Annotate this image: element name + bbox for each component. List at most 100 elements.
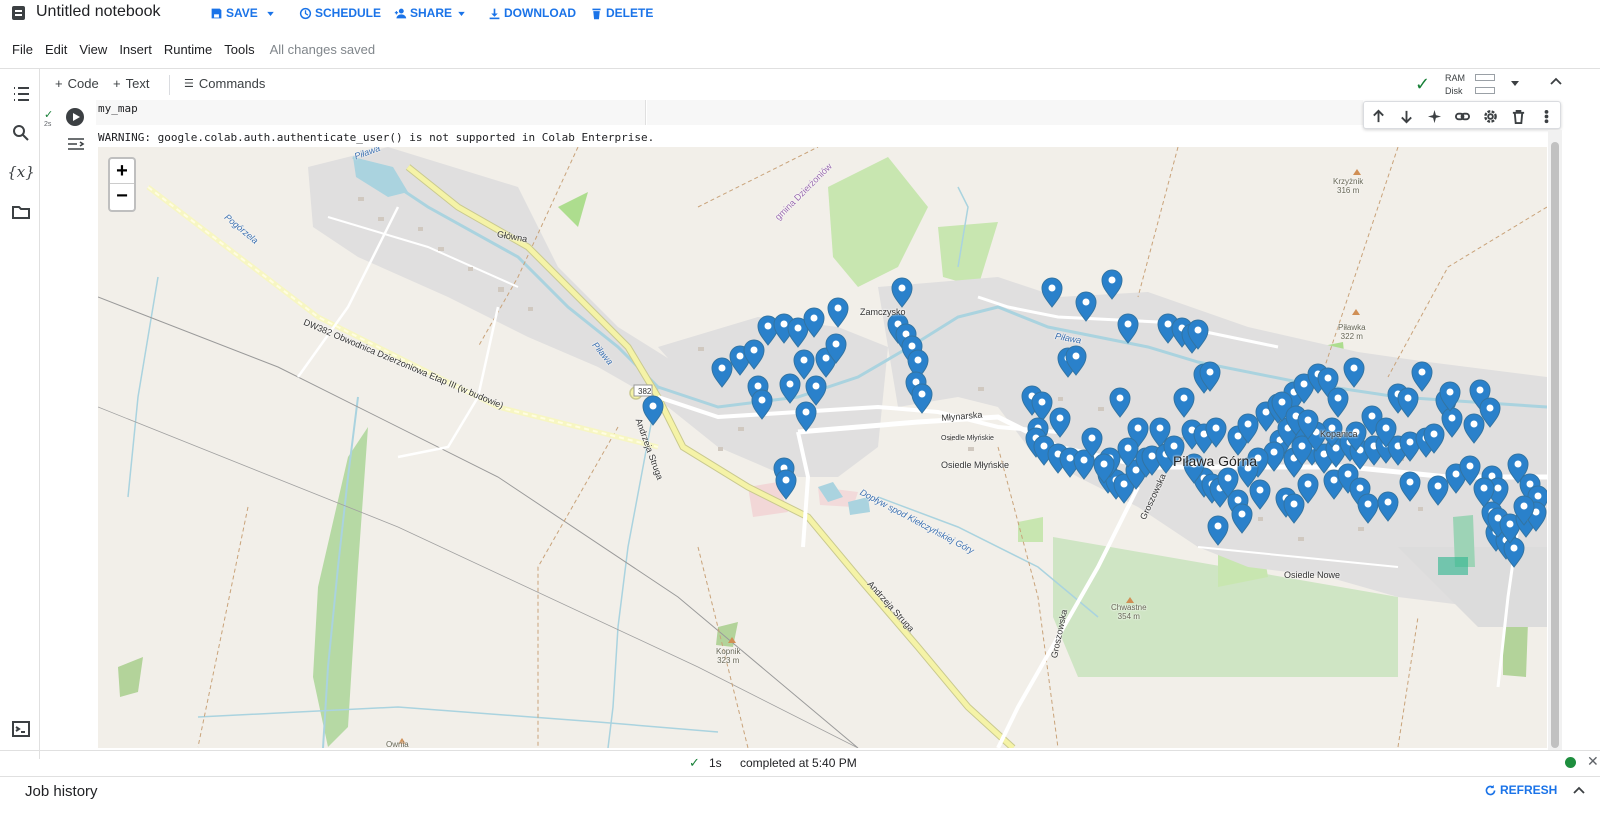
gear-icon[interactable] xyxy=(1482,108,1498,124)
peak-elevation: 323 m xyxy=(717,656,740,665)
route-shield: 382 xyxy=(638,387,652,396)
trash-icon xyxy=(592,8,601,19)
resource-labels[interactable]: RAM Disk xyxy=(1445,72,1465,98)
notebook-icon xyxy=(12,6,25,20)
left-rail: {x} xyxy=(0,69,40,759)
delete-label: DELETE xyxy=(606,6,654,20)
map-marker[interactable] xyxy=(827,297,849,328)
code-editor-extent[interactable] xyxy=(647,100,1363,125)
chevron-up-icon[interactable] xyxy=(1549,75,1563,89)
cell-success-check-icon: ✓ xyxy=(44,109,54,121)
code-editor[interactable]: my_map xyxy=(96,100,646,125)
add-person-icon xyxy=(394,8,407,18)
folder-icon[interactable] xyxy=(10,201,32,223)
status-check-icon: ✓ xyxy=(689,755,700,770)
divider xyxy=(0,68,1600,69)
map-tiles xyxy=(98,147,1547,748)
zoom-in-button[interactable]: + xyxy=(110,159,134,184)
map-label-peak: Piławka 322 m xyxy=(1338,323,1366,341)
chevron-up-icon[interactable] xyxy=(1572,784,1586,798)
map-label-peak: Krzyżnik 316 m xyxy=(1333,177,1363,195)
peak-name: Chwastne xyxy=(1111,603,1147,612)
commands-icon: ☰ xyxy=(184,78,194,90)
add-code-button[interactable]: + Code xyxy=(55,76,99,91)
search-icon[interactable] xyxy=(10,122,32,144)
peak-name: Krzyżnik xyxy=(1333,177,1364,186)
download-button[interactable]: DOWNLOAD xyxy=(488,5,576,21)
delete-button[interactable]: DELETE xyxy=(590,5,653,21)
refresh-label: REFRESH xyxy=(1500,783,1558,797)
close-icon[interactable]: ✕ xyxy=(1587,753,1599,770)
notebook-title[interactable]: Untitled notebook xyxy=(36,3,161,21)
disk-label: Disk xyxy=(1445,86,1463,96)
variables-icon[interactable]: {x} xyxy=(7,161,35,183)
output-toggle-icon[interactable] xyxy=(66,136,86,152)
scrollbar-thumb[interactable] xyxy=(1551,142,1559,748)
share-button[interactable]: SHARE xyxy=(394,5,468,21)
leaflet-map[interactable]: Główna DW382 Obwodnica Dzierżoniowa Etap… xyxy=(98,147,1547,748)
menu-tools[interactable]: Tools xyxy=(224,42,254,57)
commands-button[interactable]: ☰ Commands xyxy=(184,76,265,91)
more-vertical-icon[interactable] xyxy=(1538,108,1554,124)
status-duration: 1s xyxy=(709,756,722,770)
map-label-peak: Chwastne 354 m xyxy=(1111,603,1147,621)
runtime-menu-caret-icon[interactable] xyxy=(1509,77,1521,89)
refresh-button[interactable]: REFRESH xyxy=(1484,783,1557,797)
save-status: All changes saved xyxy=(269,41,376,57)
job-history-title: Job history xyxy=(25,783,98,800)
commands-label: Commands xyxy=(198,76,266,91)
cell-toolbar xyxy=(1363,101,1561,129)
download-icon xyxy=(489,8,500,19)
ram-label: RAM xyxy=(1445,73,1465,83)
notebook-toolbar: + Code + Text ☰ Commands ✓ RAM Disk xyxy=(41,72,1600,98)
link-icon[interactable] xyxy=(1454,108,1470,124)
caret-down-icon xyxy=(267,11,274,16)
caret-down-icon xyxy=(458,11,465,16)
map-label-district: Osiedle Młyńskie xyxy=(941,435,994,442)
plus-icon: + xyxy=(55,76,63,91)
map-label-district: Osiedle Nowe xyxy=(1284,570,1341,580)
map-label-peak: Kopnik 323 m xyxy=(716,647,740,665)
schedule-button[interactable]: SCHEDULE xyxy=(299,5,381,21)
menu-insert[interactable]: Insert xyxy=(119,42,152,57)
menu-edit[interactable]: Edit xyxy=(45,42,67,57)
add-text-label: Text xyxy=(125,76,150,91)
zoom-out-button[interactable]: − xyxy=(110,184,134,209)
menu-view[interactable]: View xyxy=(79,42,107,57)
job-history-panel: Job history REFRESH xyxy=(0,776,1600,817)
add-text-button[interactable]: + Text xyxy=(113,76,149,91)
map-label-district: Osiedle Młyńskie xyxy=(941,460,1010,470)
map-label-place: Zamczysko xyxy=(860,307,906,317)
peak-elevation: 322 m xyxy=(1340,332,1363,341)
plus-icon: + xyxy=(113,76,121,91)
save-menu-button[interactable] xyxy=(264,5,277,21)
download-label: DOWNLOAD xyxy=(504,6,576,20)
terminal-icon[interactable] xyxy=(10,718,32,740)
disk-usage-bar xyxy=(1475,87,1495,94)
table-of-contents-icon[interactable] xyxy=(10,83,32,105)
move-up-arrow-icon[interactable] xyxy=(1370,108,1386,124)
schedule-label: SCHEDULE xyxy=(315,6,382,20)
code-text: my_map xyxy=(98,102,138,115)
save-icon xyxy=(211,8,222,18)
share-label: SHARE xyxy=(410,6,453,20)
trash-icon[interactable] xyxy=(1510,108,1526,124)
menu-file[interactable]: File xyxy=(12,42,33,57)
kernel-status-dot xyxy=(1565,757,1576,768)
status-bar: ✓ 1s completed at 5:40 PM ✕ xyxy=(0,750,1600,774)
sparkle-icon[interactable] xyxy=(1426,108,1442,124)
output-scrollbar[interactable] xyxy=(1548,130,1562,750)
move-down-arrow-icon[interactable] xyxy=(1398,108,1414,124)
cell-exec-time: 2s xyxy=(44,121,52,128)
save-label: SAVE xyxy=(226,6,258,20)
status-completed: completed at 5:40 PM xyxy=(740,756,857,770)
menu-bar: File Edit View Insert Runtime Tools All … xyxy=(0,38,375,60)
run-cell-button[interactable] xyxy=(66,108,84,126)
menu-runtime[interactable]: Runtime xyxy=(164,42,212,57)
peak-elevation: 316 m xyxy=(1337,186,1360,195)
map-label-place: Ownia xyxy=(386,740,409,748)
map-marker[interactable] xyxy=(642,395,664,426)
save-button[interactable]: SAVE xyxy=(210,5,258,21)
clock-icon xyxy=(299,7,312,19)
title-bar: Untitled notebook SAVE SCHEDULE SHARE DO… xyxy=(0,0,1600,26)
